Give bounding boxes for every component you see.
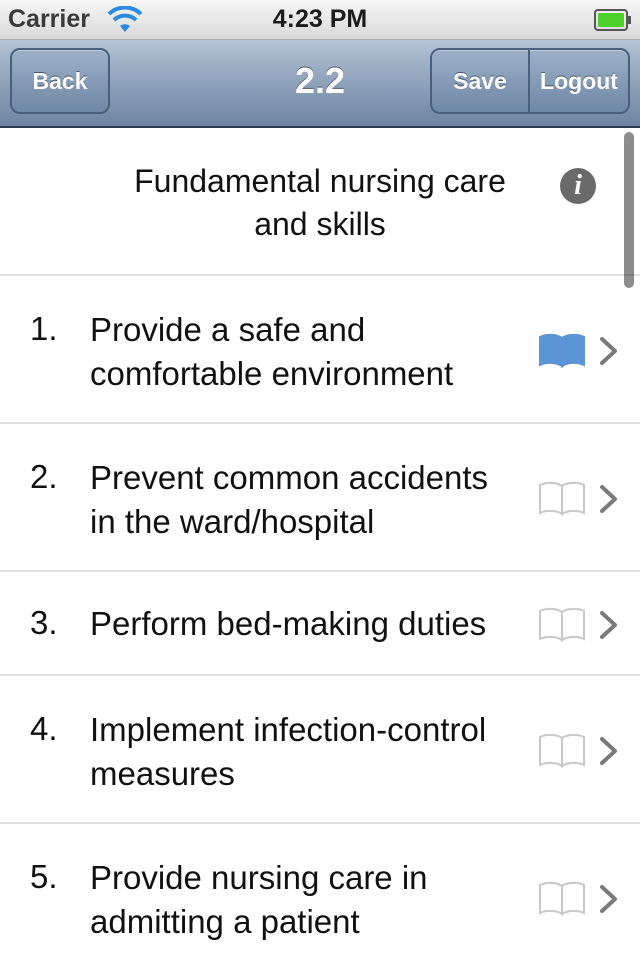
item-number: 5. [30, 858, 58, 895]
item-text: Perform bed-making duties [90, 605, 487, 642]
item-text: Provide nursing care in admitting a pati… [90, 859, 428, 940]
section-title: Fundamental nursing care and skills [134, 163, 506, 242]
item-number: 4. [30, 710, 58, 747]
scrollbar[interactable] [624, 132, 634, 288]
book-icon[interactable] [538, 732, 586, 768]
list-item[interactable]: 1. Provide a safe and comfortable enviro… [0, 276, 640, 424]
list-item[interactable]: 3. Perform bed-making duties [0, 572, 640, 676]
logout-button[interactable]: Logout [530, 50, 628, 112]
battery-icon [594, 9, 631, 31]
page-title: 2.2 [294, 60, 346, 101]
item-text: Implement infection-control measures [90, 711, 487, 792]
chevron-right-icon [600, 611, 617, 639]
content-list[interactable]: Fundamental nursing care and skills i 1.… [0, 128, 640, 960]
book-icon[interactable] [538, 480, 586, 516]
item-number: 3. [30, 604, 58, 641]
list-item[interactable]: 4. Implement infection-control measures [0, 676, 640, 824]
book-icon[interactable] [538, 332, 586, 368]
back-button[interactable]: Back [10, 48, 110, 114]
item-number: 1. [30, 310, 58, 347]
list-item[interactable]: 2. Prevent common accidents in the ward/… [0, 424, 640, 572]
chevron-right-icon [600, 337, 617, 365]
save-button[interactable]: Save [432, 50, 530, 112]
list-item[interactable]: 5. Provide nursing care in admitting a p… [0, 824, 640, 960]
navigation-bar: Back 2.2 Save Logout [0, 40, 640, 128]
info-icon[interactable]: i [560, 168, 596, 204]
status-bar: Carrier 4:23 PM [0, 0, 640, 40]
item-text: Provide a safe and comfortable environme… [90, 311, 454, 392]
item-text: Prevent common accidents in the ward/hos… [90, 459, 489, 540]
book-icon[interactable] [538, 606, 586, 642]
item-number: 2. [30, 458, 58, 495]
section-header: Fundamental nursing care and skills i [0, 128, 640, 276]
status-time: 4:23 PM [272, 5, 368, 33]
book-icon[interactable] [538, 880, 586, 916]
chevron-right-icon [600, 485, 617, 513]
chevron-right-icon [600, 885, 617, 913]
save-logout-segment: Save Logout [430, 48, 630, 114]
chevron-right-icon [600, 737, 617, 765]
